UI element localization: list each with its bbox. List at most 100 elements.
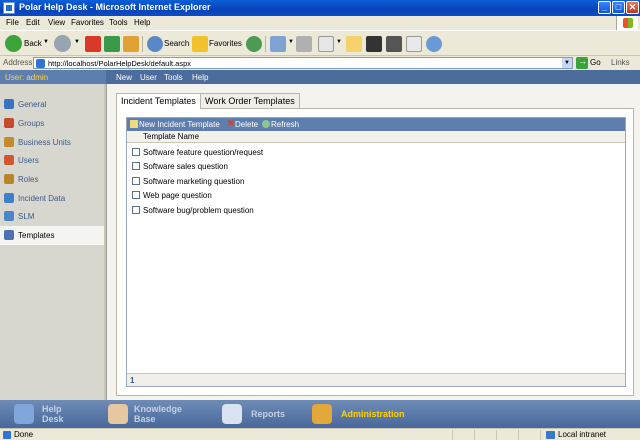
- module-knowledge-base[interactable]: Knowledge Base: [108, 400, 208, 428]
- template-name-cell[interactable]: Web page question: [143, 191, 212, 200]
- table-row[interactable]: Web page question: [127, 188, 625, 202]
- favorites-button-label[interactable]: Favorites: [209, 39, 242, 48]
- history-icon[interactable]: [246, 36, 262, 52]
- table-row[interactable]: Software feature question/request: [127, 145, 625, 159]
- row-checkbox[interactable]: [132, 191, 140, 199]
- menu-help[interactable]: Help: [134, 18, 150, 27]
- app-menu-new[interactable]: New: [116, 73, 132, 82]
- module-label: Knowledge Base: [134, 404, 182, 424]
- sidebar-item-slm[interactable]: SLM: [0, 207, 104, 226]
- module-label-line1: Knowledge: [134, 404, 183, 414]
- app-menu-help[interactable]: Help: [192, 73, 208, 82]
- column-header-template-name[interactable]: Template Name: [143, 132, 199, 141]
- table-row[interactable]: Software sales question: [127, 159, 625, 173]
- row-checkbox[interactable]: [132, 177, 140, 185]
- go-button-label[interactable]: Go: [590, 58, 601, 67]
- app-menu-tools[interactable]: Tools: [164, 73, 183, 82]
- menu-view[interactable]: View: [48, 18, 65, 27]
- links-label[interactable]: Links: [611, 58, 630, 67]
- address-dropdown-icon[interactable]: ▼: [562, 58, 572, 68]
- edit-word-icon[interactable]: [318, 36, 334, 52]
- sidebar-item-templates[interactable]: Templates: [0, 226, 104, 245]
- edit-dropdown-icon[interactable]: ▼: [336, 39, 342, 45]
- maximize-button[interactable]: □: [612, 1, 625, 14]
- sidebar-item-label: Incident Data: [18, 194, 66, 203]
- menu-tools[interactable]: Tools: [109, 18, 128, 27]
- toolbar-separator: [265, 36, 266, 52]
- template-name-cell[interactable]: Software feature question/request: [143, 148, 263, 157]
- sidebar-item-business-units[interactable]: Business Units: [0, 133, 104, 152]
- module-label: Administration: [341, 409, 405, 419]
- module-label-line2: Desk: [42, 414, 64, 424]
- sidebar-item-users[interactable]: Users: [0, 151, 104, 170]
- back-dropdown-icon[interactable]: ▼: [43, 39, 49, 45]
- media-icon[interactable]: [386, 36, 402, 52]
- forward-arrow-icon[interactable]: [54, 35, 71, 52]
- menu-favorites[interactable]: Favorites: [71, 18, 104, 27]
- tab-incident-templates[interactable]: Incident Templates: [116, 93, 201, 109]
- template-name-cell[interactable]: Software marketing question: [143, 177, 244, 186]
- favorites-star-icon[interactable]: [192, 36, 208, 52]
- back-arrow-icon[interactable]: [5, 35, 22, 52]
- app-menu-user[interactable]: User: [140, 73, 157, 82]
- go-arrow-icon[interactable]: [576, 56, 588, 69]
- row-checkbox[interactable]: [132, 162, 140, 170]
- general-icon: [4, 99, 14, 109]
- page-icon: [36, 59, 45, 68]
- close-button[interactable]: ✕: [626, 1, 639, 14]
- back-button-label[interactable]: Back: [24, 39, 42, 48]
- mail-dropdown-icon[interactable]: ▼: [288, 39, 294, 45]
- address-input[interactable]: http://localhost/PolarHelpDesk/default.a…: [33, 57, 573, 69]
- user-bar: User: admin: [0, 70, 106, 84]
- delete-x-icon: ✖: [227, 118, 235, 128]
- module-reports[interactable]: Reports: [222, 400, 302, 428]
- address-url[interactable]: http://localhost/PolarHelpDesk/default.a…: [48, 59, 191, 68]
- sidebar-item-general[interactable]: General: [0, 95, 104, 114]
- tools-gear-icon[interactable]: [426, 36, 442, 52]
- page-number[interactable]: 1: [130, 376, 134, 385]
- address-label: Address: [3, 58, 33, 67]
- home-icon[interactable]: [123, 36, 139, 52]
- research-icon[interactable]: [406, 36, 422, 52]
- browser-menu-bar: File Edit View Favorites Tools Help: [0, 16, 640, 30]
- print-icon[interactable]: [296, 36, 312, 52]
- knowledge-base-icon: [108, 404, 128, 424]
- sidebar-item-roles[interactable]: Roles: [0, 170, 104, 189]
- delete-button[interactable]: Delete: [235, 120, 258, 129]
- administration-icon: [312, 404, 332, 424]
- address-bar: Address http://localhost/PolarHelpDesk/d…: [0, 56, 640, 70]
- main-content: Incident Templates Work Order Templates …: [106, 84, 640, 400]
- mail-icon[interactable]: [270, 36, 286, 52]
- module-label: Reports: [251, 409, 286, 419]
- tab-work-order-templates[interactable]: Work Order Templates: [200, 93, 300, 108]
- module-help-desk[interactable]: Help Desk: [14, 400, 104, 428]
- sidebar-item-label: Templates: [18, 231, 55, 240]
- status-separator: [474, 430, 475, 440]
- refresh-button[interactable]: Refresh: [271, 120, 299, 129]
- menu-edit[interactable]: Edit: [26, 18, 40, 27]
- sidebar-item-label: SLM: [18, 212, 35, 221]
- search-button-label[interactable]: Search: [164, 39, 189, 48]
- toolbar-separator: [142, 36, 143, 52]
- new-document-icon: [130, 120, 138, 128]
- table-row[interactable]: Software bug/problem question: [127, 203, 625, 217]
- roles-icon: [4, 174, 14, 184]
- module-administration[interactable]: Administration: [312, 400, 422, 428]
- messenger-k-icon[interactable]: [366, 36, 382, 52]
- sidebar-item-incident-data[interactable]: Incident Data: [0, 189, 104, 208]
- minimize-button[interactable]: _: [598, 1, 611, 14]
- template-name-cell[interactable]: Software sales question: [143, 162, 228, 171]
- new-incident-template-button[interactable]: New Incident Template: [139, 120, 220, 129]
- forward-dropdown-icon[interactable]: ▼: [74, 39, 80, 45]
- stop-icon[interactable]: [85, 36, 101, 52]
- ie-app-icon: [3, 2, 15, 14]
- table-row[interactable]: Software marketing question: [127, 174, 625, 188]
- sidebar-item-groups[interactable]: Groups: [0, 114, 104, 133]
- refresh-icon[interactable]: [104, 36, 120, 52]
- search-icon[interactable]: [147, 36, 163, 52]
- row-checkbox[interactable]: [132, 148, 140, 156]
- discuss-icon[interactable]: [346, 36, 362, 52]
- template-name-cell[interactable]: Software bug/problem question: [143, 206, 254, 215]
- menu-file[interactable]: File: [6, 18, 19, 27]
- row-checkbox[interactable]: [132, 206, 140, 214]
